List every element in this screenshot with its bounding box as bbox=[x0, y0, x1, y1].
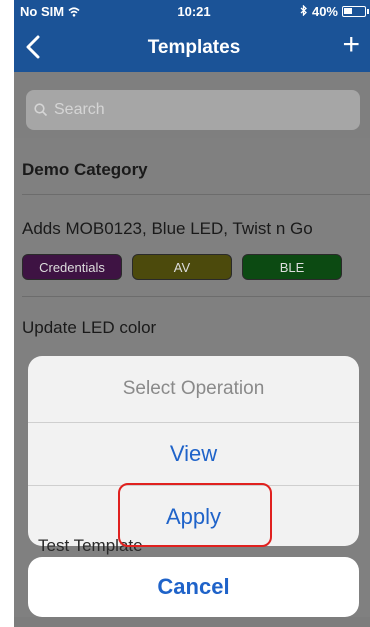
action-sheet: Select Operation View Apply bbox=[28, 356, 359, 546]
search-input[interactable]: Search bbox=[26, 90, 360, 130]
status-right: 40% bbox=[300, 4, 369, 19]
list-item[interactable]: Adds MOB0123, Blue LED, Twist n Go bbox=[22, 219, 313, 239]
view-option-button[interactable]: View bbox=[28, 423, 359, 485]
list-item[interactable]: Update LED color bbox=[22, 318, 156, 338]
app-screen: No SIM 10:21 40% Templates + Search Demo… bbox=[14, 0, 370, 627]
tag-av: AV bbox=[132, 254, 232, 280]
divider bbox=[22, 296, 370, 297]
page-title: Templates bbox=[147, 37, 241, 58]
action-sheet-title: Select Operation bbox=[122, 378, 265, 399]
search-placeholder: Search bbox=[54, 101, 105, 118]
battery-icon bbox=[342, 6, 369, 17]
tag-row: Credentials AV BLE bbox=[22, 254, 342, 280]
search-icon bbox=[34, 103, 48, 117]
divider bbox=[22, 194, 370, 195]
add-template-button[interactable]: + bbox=[342, 30, 360, 60]
navigation-bar: Templates + bbox=[14, 22, 370, 72]
status-bar: No SIM 10:21 40% bbox=[14, 0, 370, 22]
battery-percent: 40% bbox=[311, 4, 338, 19]
list-item-peek: Test Template bbox=[38, 536, 143, 555]
search-area: Search bbox=[14, 72, 370, 138]
tag-credentials: Credentials bbox=[22, 254, 122, 280]
cancel-button[interactable]: Cancel bbox=[28, 557, 359, 617]
bluetooth-icon bbox=[300, 4, 308, 19]
tag-ble: BLE bbox=[242, 254, 342, 280]
bottom-backdrop bbox=[14, 617, 370, 627]
section-header: Demo Category bbox=[22, 160, 148, 179]
battery-fill bbox=[344, 8, 352, 14]
